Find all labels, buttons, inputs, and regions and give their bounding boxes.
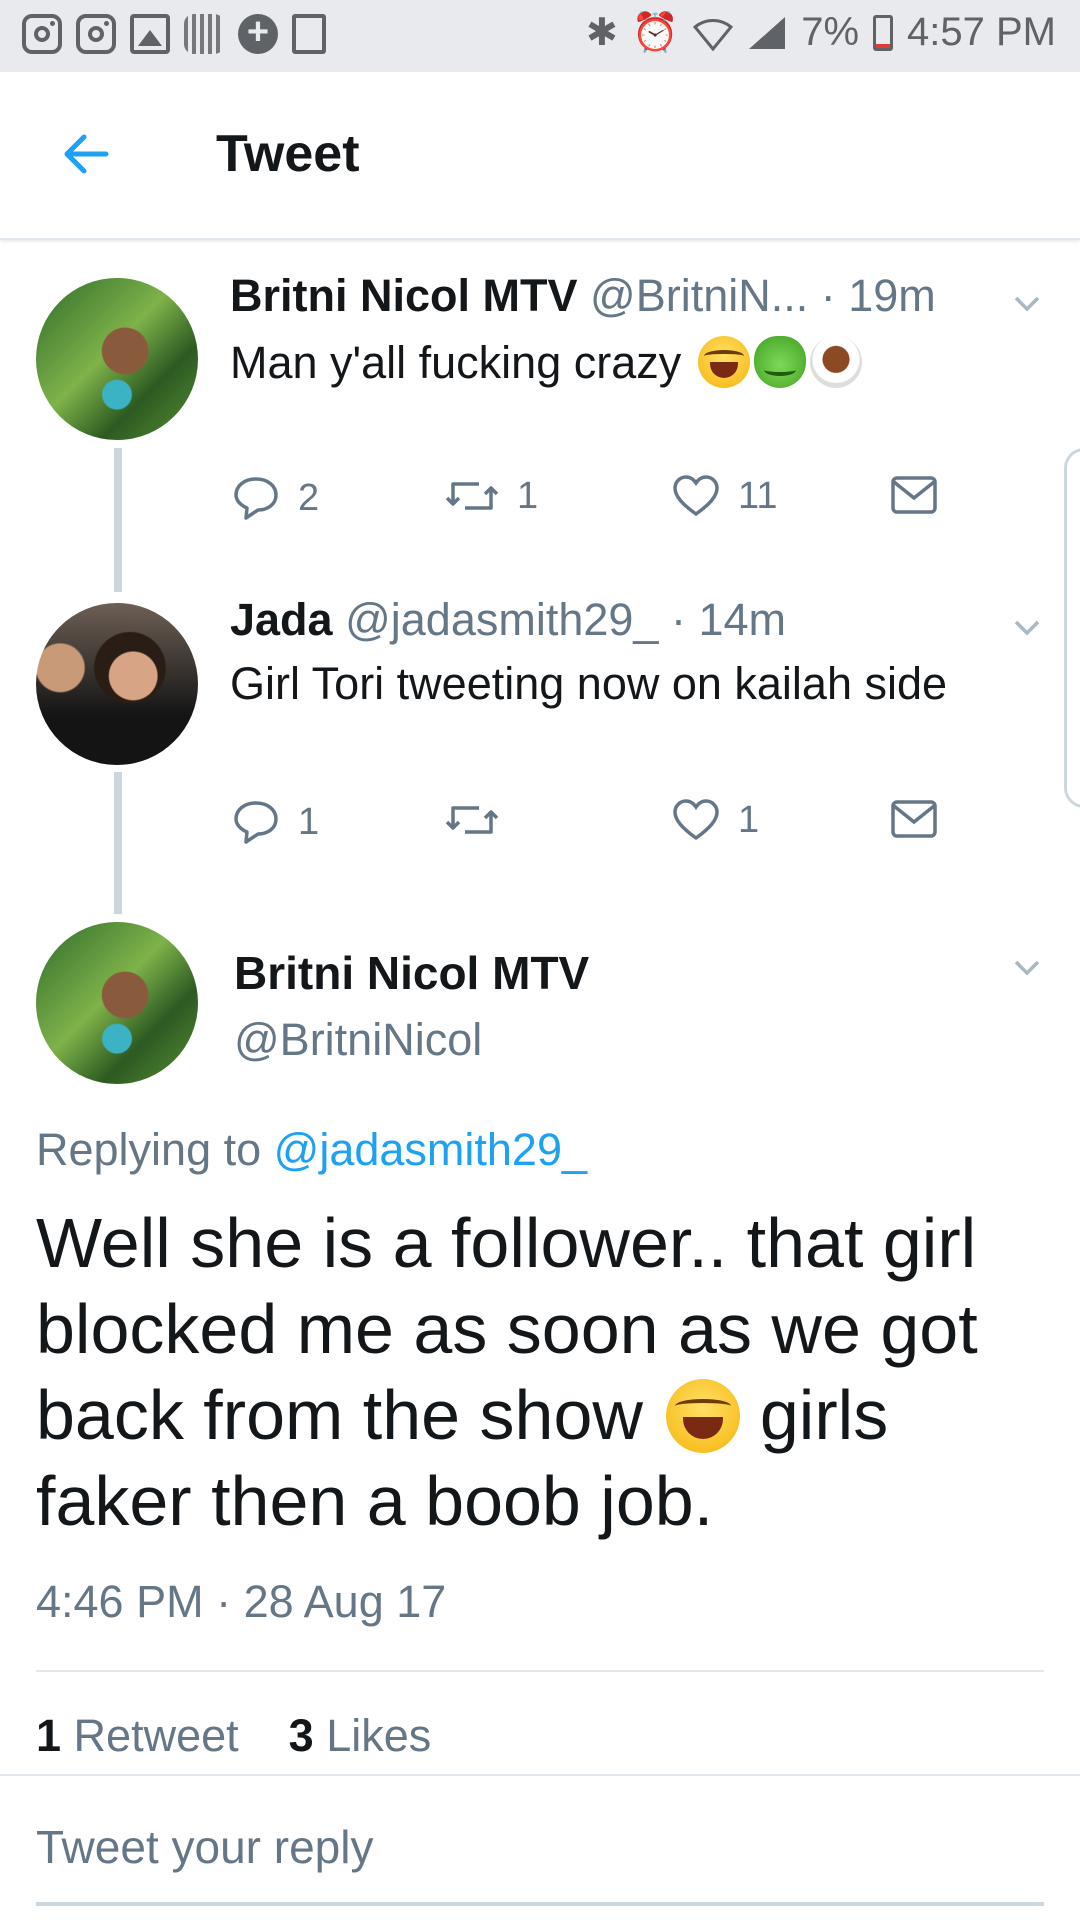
author-name[interactable]: Britni Nicol MTV bbox=[230, 270, 578, 321]
retweet-button[interactable]: 1 bbox=[445, 474, 538, 518]
reply-icon bbox=[234, 477, 278, 520]
tears-of-joy-emoji bbox=[666, 1379, 741, 1453]
input-underline bbox=[36, 1902, 1044, 1906]
chevron-down-icon[interactable] bbox=[1014, 296, 1040, 312]
system-status: ✱ ⏰ 7% 4:57 PM bbox=[586, 10, 1056, 55]
bluetooth-icon: ✱ bbox=[586, 12, 618, 54]
frog-emoji bbox=[753, 336, 806, 388]
retweet-icon bbox=[445, 482, 499, 510]
qr-icon bbox=[184, 14, 224, 54]
retweet-button[interactable] bbox=[445, 798, 517, 842]
author-handle: @BritniN... bbox=[590, 270, 809, 321]
signal-icon bbox=[749, 16, 786, 49]
message-button[interactable] bbox=[890, 474, 938, 516]
status-bar: ✱ ⏰ 7% 4:57 PM bbox=[0, 0, 1080, 72]
app-header: Tweet bbox=[0, 72, 1080, 240]
retweet-count: 1 bbox=[517, 474, 539, 517]
replying-to: Replying to @jadasmith29_ bbox=[36, 1124, 588, 1175]
heart-icon bbox=[673, 475, 719, 517]
tweet-header: Jada @jadasmith29_ · 14m bbox=[230, 594, 786, 646]
like-button[interactable]: 1 bbox=[672, 798, 759, 842]
reply-button[interactable]: 1 bbox=[232, 798, 319, 846]
reply-input[interactable]: Tweet your reply bbox=[36, 1820, 373, 1874]
wifi-icon bbox=[693, 18, 734, 51]
envelope-icon bbox=[891, 476, 937, 514]
tweet-stats: 1 Retweet 3 Likes bbox=[36, 1710, 431, 1762]
tears-of-joy-emoji bbox=[697, 336, 750, 388]
tweet-actions: 1 1 bbox=[230, 798, 970, 858]
thread-connector bbox=[114, 448, 122, 592]
reply-compose-bar: Tweet your reply bbox=[0, 1774, 1080, 1920]
likes-stat[interactable]: 3 Likes bbox=[289, 1710, 432, 1761]
envelope-icon bbox=[891, 800, 937, 838]
avatar[interactable] bbox=[36, 278, 198, 440]
heart-icon bbox=[673, 799, 719, 841]
tweet-text: Girl Tori tweeting now on kailah side bbox=[230, 658, 948, 709]
reply-count: 2 bbox=[298, 476, 320, 519]
retweets-stat[interactable]: 1 Retweet bbox=[36, 1710, 239, 1761]
author-handle[interactable]: @BritniNicol bbox=[234, 1014, 482, 1066]
like-button[interactable]: 11 bbox=[672, 474, 777, 518]
chevron-down-icon[interactable] bbox=[1014, 960, 1040, 976]
message-button[interactable] bbox=[890, 798, 938, 840]
author-handle: @jadasmith29_ bbox=[345, 594, 659, 645]
battery-percent: 7% bbox=[801, 10, 860, 54]
chevron-down-icon[interactable] bbox=[1014, 620, 1040, 636]
main-tweet-text: Well she is a follower.. that girl block… bbox=[36, 1204, 978, 1540]
reply-icon bbox=[234, 801, 278, 844]
mention-link[interactable]: @jadasmith29_ bbox=[274, 1124, 587, 1175]
clock: 4:57 PM bbox=[907, 10, 1056, 54]
health-icon bbox=[238, 11, 278, 54]
avatar[interactable] bbox=[36, 603, 198, 765]
thread-connector bbox=[114, 772, 122, 914]
tweet-timestamp: 4:46 PM · 28 Aug 17 bbox=[36, 1576, 447, 1627]
author-name[interactable]: Britni Nicol MTV bbox=[234, 946, 589, 1000]
retweet-icon bbox=[445, 806, 499, 834]
tweet-time: · 19m bbox=[820, 270, 936, 321]
tweet-actions: 2 1 11 bbox=[230, 474, 970, 534]
author-name[interactable]: Jada bbox=[230, 594, 333, 645]
gallery-icon bbox=[130, 14, 170, 54]
document-icon bbox=[292, 14, 326, 54]
tweet-time: · 14m bbox=[670, 594, 786, 645]
instagram-icon bbox=[76, 14, 116, 54]
scroll-indicator bbox=[1064, 448, 1080, 808]
tweet-text: Man y'all fucking crazy bbox=[230, 336, 862, 389]
back-arrow-icon[interactable] bbox=[56, 124, 116, 184]
page-title: Tweet bbox=[216, 125, 360, 183]
alarm-icon: ⏰ bbox=[631, 11, 680, 54]
divider bbox=[36, 1670, 1044, 1672]
avatar[interactable] bbox=[36, 922, 198, 1084]
like-count: 1 bbox=[738, 798, 760, 841]
notification-icons bbox=[22, 11, 326, 54]
battery-icon bbox=[873, 14, 894, 51]
reply-button[interactable]: 2 bbox=[232, 474, 319, 522]
reply-count: 1 bbox=[298, 800, 320, 843]
like-count: 11 bbox=[738, 474, 778, 517]
tweet-header: Britni Nicol MTV @BritniN... · 19m bbox=[230, 270, 936, 322]
instagram-icon bbox=[22, 14, 62, 54]
latte-emoji bbox=[809, 336, 862, 388]
